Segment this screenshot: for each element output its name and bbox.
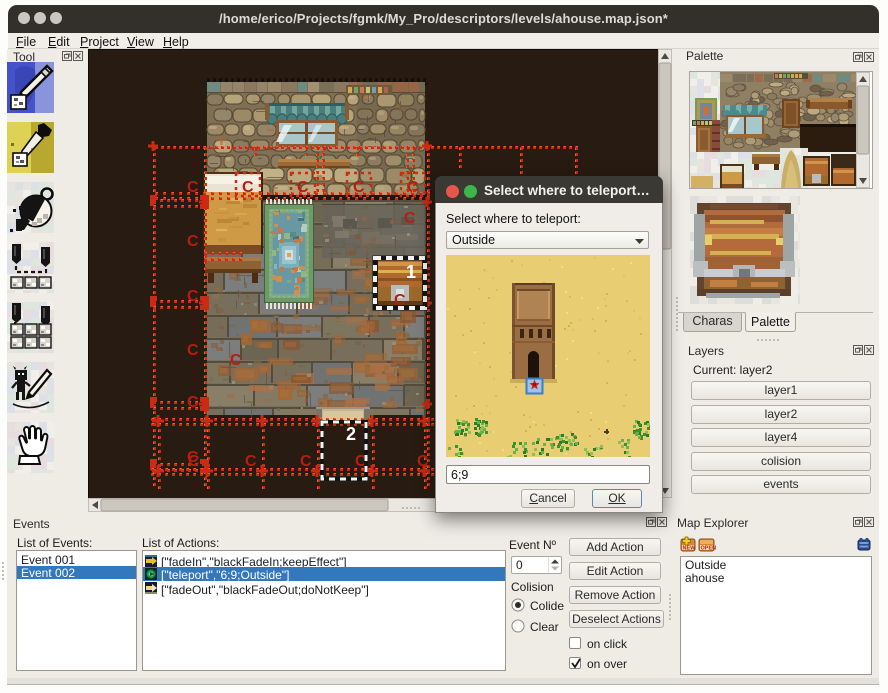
svg-text:C: C <box>242 179 254 196</box>
svg-text:C: C <box>230 352 242 369</box>
svg-text:C: C <box>187 394 199 411</box>
svg-text:C: C <box>187 342 199 359</box>
svg-text:C: C <box>353 179 365 196</box>
svg-text:C: C <box>407 179 419 196</box>
svg-text:C: C <box>187 179 199 196</box>
svg-text:OPEN: OPEN <box>701 546 717 552</box>
svg-text:C: C <box>297 179 309 196</box>
svg-text:C: C <box>300 453 312 470</box>
svg-text:C: C <box>245 453 257 470</box>
svg-text:C: C <box>188 453 200 470</box>
svg-text:C: C <box>187 233 199 250</box>
svg-text:1: 1 <box>406 262 416 282</box>
svg-text:C: C <box>404 210 416 227</box>
svg-text:2: 2 <box>346 424 356 444</box>
svg-text:C: C <box>417 453 429 470</box>
svg-text:C: C <box>187 288 199 305</box>
svg-text:NEW: NEW <box>683 546 697 552</box>
